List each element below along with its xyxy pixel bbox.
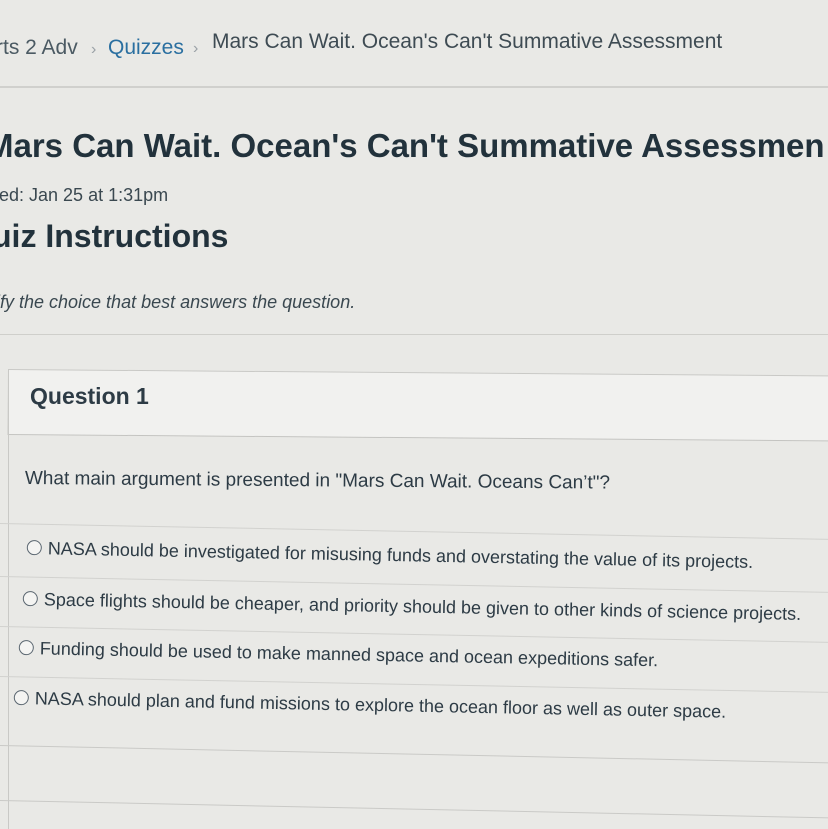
- header-divider: [0, 86, 828, 88]
- answer-option[interactable]: Funding should be used to make manned sp…: [18, 638, 659, 671]
- answer-option[interactable]: NASA should be investigated for misusing…: [26, 538, 754, 573]
- instructions-text: ify the choice that best answers the que…: [0, 292, 356, 312]
- breadcrumb-separator-icon: ›: [193, 40, 199, 57]
- instructions-heading: uiz Instructions: [0, 218, 229, 254]
- radio-button-icon[interactable]: [26, 539, 42, 556]
- breadcrumb-course-link[interactable]: rts 2 Adv: [0, 36, 78, 60]
- answer-divider: [0, 523, 828, 540]
- question-label: Question 1: [30, 383, 149, 409]
- answer-option-label: Space flights should be cheaper, and pri…: [43, 589, 802, 624]
- answer-option[interactable]: NASA should plan and fund missions to ex…: [13, 688, 727, 723]
- page-title: Mars Can Wait. Ocean's Can't Summative A…: [0, 127, 825, 164]
- question-footer-divider: [0, 745, 828, 764]
- answer-option-label: Funding should be used to make manned sp…: [39, 638, 659, 671]
- breadcrumb-current: Mars Can Wait. Ocean's Can't Summative A…: [212, 30, 723, 53]
- question-text: What main argument is presented in "Mars…: [24, 468, 611, 494]
- breadcrumb-quizzes-link[interactable]: Quizzes: [108, 36, 184, 60]
- answer-option[interactable]: Space flights should be cheaper, and pri…: [22, 589, 802, 625]
- question-card-border: [8, 369, 9, 829]
- answer-option-label: NASA should plan and fund missions to ex…: [34, 688, 727, 722]
- radio-button-icon[interactable]: [13, 689, 29, 706]
- page-divider: [0, 800, 828, 819]
- radio-button-icon[interactable]: [22, 590, 38, 607]
- started-timestamp: ted: Jan 25 at 1:31pm: [0, 185, 169, 205]
- breadcrumb-separator-icon: ›: [91, 41, 97, 58]
- radio-button-icon[interactable]: [18, 639, 34, 656]
- section-divider: [0, 334, 828, 335]
- answer-option-label: NASA should be investigated for misusing…: [47, 538, 754, 572]
